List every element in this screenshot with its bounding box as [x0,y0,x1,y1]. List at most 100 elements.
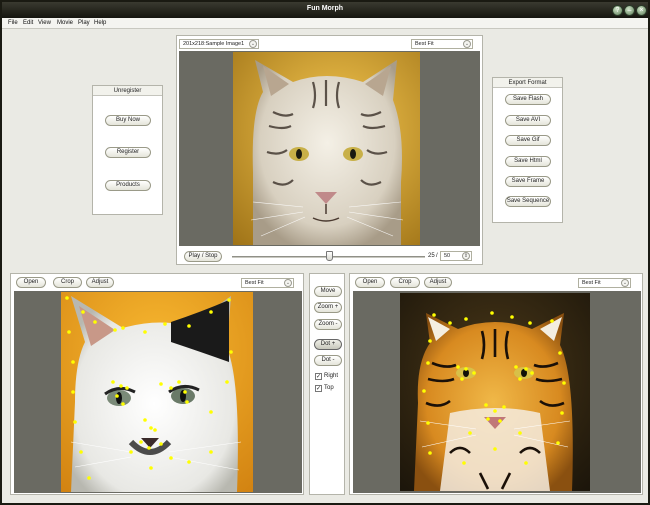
source-control-dot[interactable] [79,450,83,454]
target-control-dot[interactable] [426,361,430,365]
save-frame-button[interactable]: Save Frame [505,176,551,187]
source-control-dot[interactable] [71,360,75,364]
target-control-dot[interactable] [490,311,494,315]
target-control-dot[interactable] [493,409,497,413]
open-button[interactable]: Open [355,277,385,288]
target-control-dot[interactable] [460,377,464,381]
source-control-dot[interactable] [143,330,147,334]
target-control-dot[interactable] [462,461,466,465]
buy-now-button[interactable]: Buy Now [105,115,151,126]
target-control-dot[interactable] [524,461,528,465]
products-button[interactable]: Products [105,180,151,191]
save-avi-button[interactable]: Save AVI [505,115,551,126]
source-control-dot[interactable] [225,380,229,384]
source-control-dot[interactable] [73,420,77,424]
source-control-dot[interactable] [87,476,91,480]
menu-file[interactable]: File [8,20,18,26]
title-bar[interactable]: Fun Morph ? – × [2,2,648,18]
zoom-in-button[interactable]: Zoom + [314,302,342,313]
close-icon[interactable]: × [636,5,647,16]
target-control-dot[interactable] [493,447,497,451]
preview-fit-select[interactable]: Best Fit ⌄ [411,39,473,49]
source-control-dot[interactable] [125,386,129,390]
target-control-dot[interactable] [560,411,564,415]
save-html-button[interactable]: Save Html [505,156,551,167]
target-control-dot[interactable] [524,367,528,371]
source-control-dot[interactable] [67,330,71,334]
target-control-dot[interactable] [484,403,488,407]
left-canvas[interactable] [14,291,302,493]
source-control-dot[interactable] [119,384,123,388]
zoom-out-button[interactable]: Zoom - [314,319,342,330]
frame-total-spinner[interactable]: 50 ⇕ [440,251,472,261]
dot-add-button[interactable]: Dot + [314,339,342,350]
target-control-dot[interactable] [498,419,502,423]
target-control-dot[interactable] [468,431,472,435]
top-checkbox[interactable]: ✓ [315,385,322,392]
source-control-dot[interactable] [227,298,231,302]
target-control-dot[interactable] [550,319,554,323]
menu-movie[interactable]: Movie [57,20,73,26]
target-control-dot[interactable] [528,321,532,325]
help-icon[interactable]: ? [612,5,623,16]
target-control-dot[interactable] [464,367,468,371]
target-control-dot[interactable] [422,389,426,393]
source-control-dot[interactable] [169,456,173,460]
play-stop-button[interactable]: Play / Stop [184,251,222,262]
source-control-dot[interactable] [187,460,191,464]
target-control-dot[interactable] [464,317,468,321]
source-control-dot[interactable] [143,418,147,422]
register-button[interactable]: Register [105,147,151,158]
source-control-dot[interactable] [149,466,153,470]
source-control-dot[interactable] [71,390,75,394]
frame-slider-thumb[interactable] [325,251,333,261]
target-control-dot[interactable] [432,313,436,317]
source-control-dot[interactable] [163,322,167,326]
source-control-dot[interactable] [229,350,233,354]
target-control-dot[interactable] [518,377,522,381]
right-canvas[interactable] [353,291,641,493]
crop-button[interactable]: Crop [53,277,82,288]
source-control-dot[interactable] [139,440,143,444]
target-control-dot[interactable] [562,381,566,385]
source-control-dot[interactable] [149,426,153,430]
target-control-dot[interactable] [510,315,514,319]
source-control-dot[interactable] [209,310,213,314]
source-control-dot[interactable] [209,410,213,414]
source-control-dot[interactable] [159,382,163,386]
target-control-dot[interactable] [502,405,506,409]
move-button[interactable]: Move [314,286,342,297]
target-control-dot[interactable] [456,365,460,369]
source-control-dot[interactable] [93,320,97,324]
source-control-dot[interactable] [121,326,125,330]
save-sequence-button[interactable]: Save Sequence [505,196,551,207]
crop-button[interactable]: Crop [390,277,420,288]
target-control-dot[interactable] [530,371,534,375]
target-control-dot[interactable] [486,417,490,421]
source-control-dot[interactable] [111,380,115,384]
target-control-dot[interactable] [428,339,432,343]
menu-help[interactable]: Help [94,20,106,26]
source-control-dot[interactable] [209,450,213,454]
source-control-dot[interactable] [65,296,69,300]
source-control-dot[interactable] [121,402,125,406]
save-gif-button[interactable]: Save Gif [505,135,551,146]
source-control-dot[interactable] [185,400,189,404]
menu-edit[interactable]: Edit [23,20,33,26]
target-control-dot[interactable] [426,421,430,425]
sample-image-select[interactable]: 201x218:Sample Image1 ⌄ [179,39,259,49]
source-control-dot[interactable] [113,328,117,332]
source-control-dot[interactable] [81,310,85,314]
menu-view[interactable]: View [38,20,51,26]
target-control-dot[interactable] [472,371,476,375]
spinner-arrows-icon[interactable]: ⇕ [462,252,470,260]
source-control-dot[interactable] [183,390,187,394]
target-control-dot[interactable] [428,451,432,455]
open-button[interactable]: Open [16,277,46,288]
target-control-dot[interactable] [558,351,562,355]
source-control-dot[interactable] [129,450,133,454]
source-control-dot[interactable] [153,428,157,432]
target-control-dot[interactable] [448,321,452,325]
left-fit-select[interactable]: Best Fit ⌄ [241,278,294,288]
source-control-dot[interactable] [177,380,181,384]
